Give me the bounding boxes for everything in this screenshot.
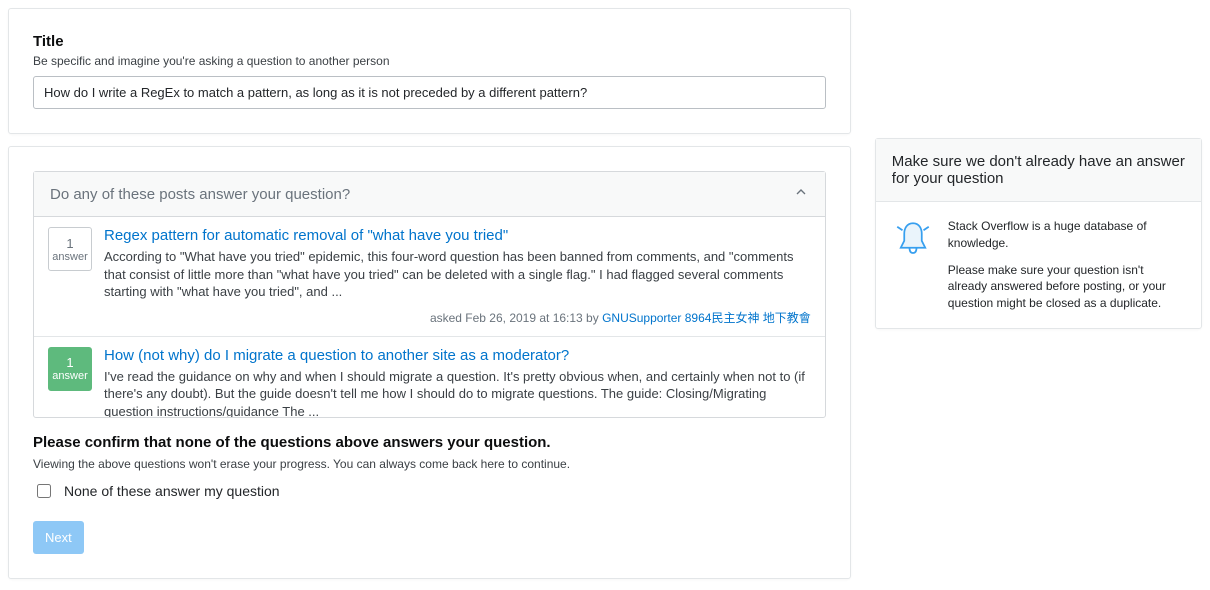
next-button[interactable]: Next <box>33 521 84 554</box>
answer-count: 1 <box>66 355 73 370</box>
post-excerpt: According to "What have you tried" epide… <box>104 248 811 301</box>
post-meta-prefix: asked Feb 26, 2019 at 16:13 by <box>430 311 602 325</box>
title-card: Title Be specific and imagine you're ask… <box>8 8 851 134</box>
title-input[interactable] <box>33 76 826 109</box>
answer-count-label: answer <box>52 370 87 382</box>
post-body: Regex pattern for automatic removal of "… <box>104 227 811 326</box>
answer-count-label: answer <box>52 251 87 263</box>
post-title-link[interactable]: Regex pattern for automatic removal of "… <box>104 227 811 244</box>
post-excerpt: I've read the guidance on why and when I… <box>104 368 811 417</box>
title-label: Title <box>33 33 826 50</box>
title-hint: Be specific and imagine you're asking a … <box>33 54 826 68</box>
confirm-hint: Viewing the above questions won't erase … <box>33 457 826 471</box>
review-card: Do any of these posts answer your questi… <box>8 146 851 579</box>
answer-count-box: 1answer <box>48 347 92 391</box>
none-answer-checkbox[interactable] <box>37 484 51 498</box>
chevron-up-icon <box>793 184 809 204</box>
similar-posts-header[interactable]: Do any of these posts answer your questi… <box>34 172 825 217</box>
similar-posts-heading: Do any of these posts answer your questi… <box>50 186 350 203</box>
similar-post: 1answer How (not why) do I migrate a ques… <box>34 337 825 417</box>
sidebar-tip-p2: Please make sure your question isn't alr… <box>948 262 1185 312</box>
answer-count-box: 1answer <box>48 227 92 271</box>
post-title-link[interactable]: How (not why) do I migrate a question to… <box>104 347 811 364</box>
sidebar-tip-p1: Stack Overflow is a huge database of kno… <box>948 218 1185 252</box>
similar-post: 1answer Regex pattern for automatic remov… <box>34 217 825 337</box>
confirm-heading: Please confirm that none of the question… <box>33 434 826 451</box>
post-meta: asked Feb 26, 2019 at 16:13 by GNUSuppor… <box>104 309 811 326</box>
post-author-link[interactable]: GNUSupporter 8964民主女神 地下教會 <box>602 311 811 325</box>
none-answer-label: None of these answer my question <box>64 483 280 499</box>
answer-count: 1 <box>66 236 73 251</box>
post-body: How (not why) do I migrate a question to… <box>104 347 811 417</box>
sidebar-tip-heading: Make sure we don't already have an answe… <box>876 139 1201 202</box>
bell-icon <box>892 218 934 312</box>
none-answer-row[interactable]: None of these answer my question <box>33 481 826 501</box>
sidebar-tip-card: Make sure we don't already have an answe… <box>875 138 1202 329</box>
similar-posts-list[interactable]: 1answerRegex pattern for automatic remov… <box>34 217 825 417</box>
sidebar-tip-body: Stack Overflow is a huge database of kno… <box>948 218 1185 312</box>
similar-posts-box: Do any of these posts answer your questi… <box>33 171 826 418</box>
confirm-block: Please confirm that none of the question… <box>33 434 826 554</box>
